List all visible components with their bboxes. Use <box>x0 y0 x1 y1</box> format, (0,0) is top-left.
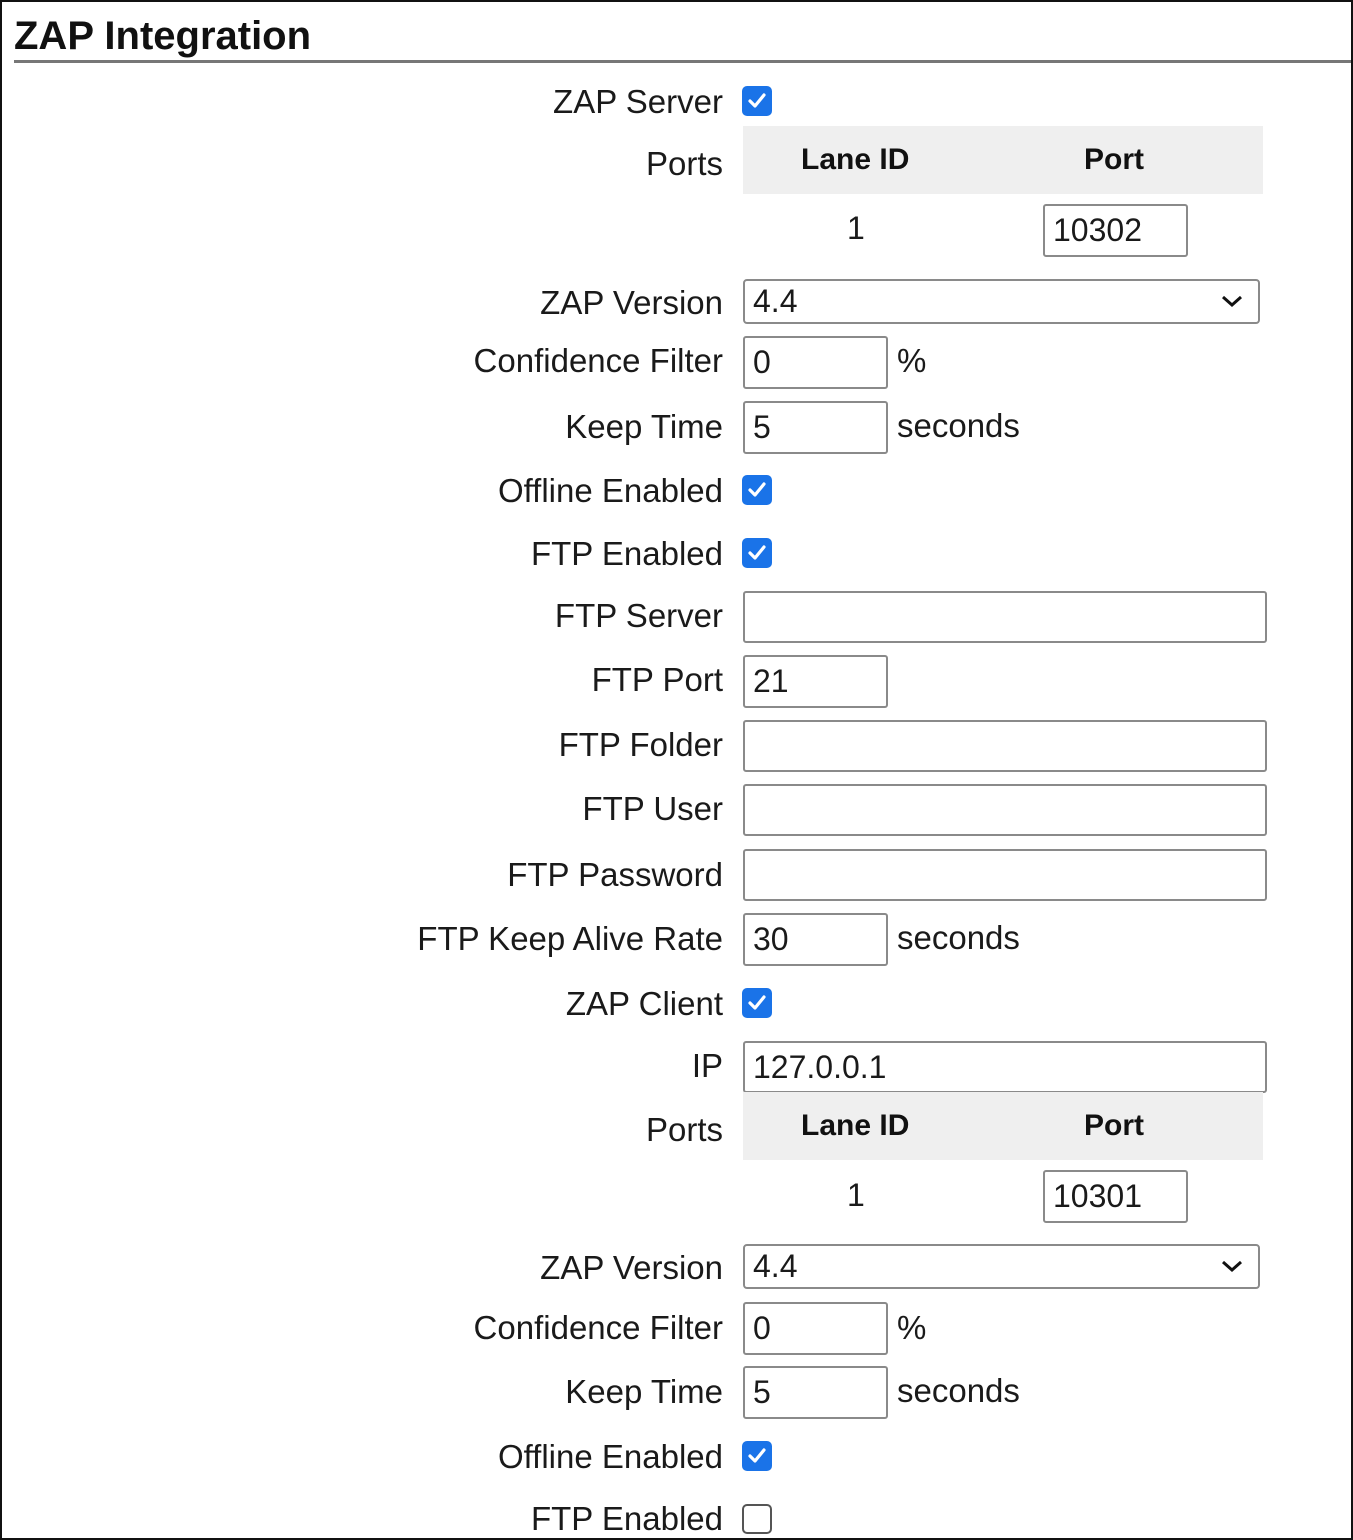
zap-server-checkbox[interactable] <box>742 86 772 116</box>
server-offline-checkbox[interactable] <box>742 475 772 505</box>
server-port-input[interactable]: 10302 <box>1043 204 1188 257</box>
client-offline-label: Offline Enabled <box>497 1438 723 1475</box>
server-confidence-label: Confidence Filter <box>473 342 723 379</box>
client-confidence-label: Confidence Filter <box>473 1309 723 1346</box>
zap-server-label: ZAP Server <box>553 83 723 120</box>
ftp-keep-alive-unit: seconds <box>897 919 1020 956</box>
client-zap-version-select[interactable]: 4.4 <box>743 1244 1260 1289</box>
ftp-password-label: FTP Password <box>507 856 723 893</box>
server-keep-time-label: Keep Time <box>565 408 723 445</box>
server-ports-table-header: Lane ID Port <box>743 126 1263 194</box>
server-confidence-unit: % <box>897 342 927 379</box>
client-ftp-enabled-label: FTP Enabled <box>530 1500 723 1537</box>
client-confidence-unit: % <box>897 1309 927 1346</box>
check-icon <box>748 545 766 560</box>
check-icon <box>748 1448 766 1463</box>
zap-client-row: ZAP Client <box>2 976 1351 1032</box>
ftp-keep-alive-label: FTP Keep Alive Rate <box>417 920 723 957</box>
client-lane-id-cell: 1 <box>847 1177 865 1213</box>
ftp-port-label: FTP Port <box>591 661 723 698</box>
server-ports-label: Ports <box>645 145 723 182</box>
title-divider <box>14 60 1351 63</box>
client-zap-version-label: ZAP Version <box>540 1249 723 1286</box>
ftp-port-row: FTP Port <box>2 652 1351 708</box>
client-ip-label: IP <box>691 1047 723 1084</box>
ftp-server-label: FTP Server <box>554 597 723 634</box>
server-ftp-enabled-checkbox[interactable] <box>742 538 772 568</box>
server-offline-row: Offline Enabled <box>2 463 1351 519</box>
ftp-server-input[interactable] <box>743 591 1267 643</box>
client-keep-time-row: Keep Time <box>2 1364 1351 1420</box>
ftp-folder-input[interactable] <box>743 720 1267 772</box>
client-zap-version-value: 4.4 <box>753 1248 798 1284</box>
zap-server-row: ZAP Server <box>2 74 1351 130</box>
server-lane-id-cell: 1 <box>847 210 865 246</box>
client-port-input[interactable]: 10301 <box>1043 1170 1188 1223</box>
check-icon <box>748 482 766 497</box>
check-icon <box>748 93 766 108</box>
zap-integration-panel: ZAP Integration ZAP Server Ports Lane ID… <box>0 0 1353 1540</box>
client-offline-row: Offline Enabled <box>2 1429 1351 1485</box>
ftp-folder-label: FTP Folder <box>558 726 723 763</box>
port-header: Port <box>1084 143 1144 176</box>
server-keep-time-input[interactable]: 5 <box>743 401 888 454</box>
server-confidence-input[interactable]: 0 <box>743 336 888 389</box>
lane-id-header: Lane ID <box>801 1109 910 1142</box>
chevron-down-icon <box>1222 295 1242 308</box>
port-header: Port <box>1084 1109 1144 1142</box>
client-ip-input[interactable]: 127.0.0.1 <box>743 1041 1267 1093</box>
client-keep-time-label: Keep Time <box>565 1373 723 1410</box>
server-ftp-enabled-label: FTP Enabled <box>530 535 723 572</box>
client-ftp-enabled-row: FTP Enabled <box>2 1491 1351 1538</box>
server-zap-version-value: 4.4 <box>753 283 798 319</box>
zap-client-label: ZAP Client <box>565 985 723 1022</box>
client-ftp-enabled-checkbox[interactable] <box>742 1504 772 1534</box>
client-ports-label: Ports <box>645 1111 723 1148</box>
ftp-keep-alive-input[interactable]: 30 <box>743 913 888 966</box>
page-title: ZAP Integration <box>14 14 312 58</box>
ftp-port-input[interactable]: 21 <box>743 655 888 708</box>
client-ports-table-header: Lane ID Port <box>743 1092 1263 1160</box>
server-offline-label: Offline Enabled <box>497 472 723 509</box>
client-confidence-input[interactable]: 0 <box>743 1302 888 1355</box>
ftp-keep-alive-row: FTP Keep Alive Rate <box>2 911 1351 967</box>
server-confidence-row: Confidence Filter <box>2 333 1351 389</box>
server-zap-version-select[interactable]: 4.4 <box>743 279 1260 324</box>
server-ftp-enabled-row: FTP Enabled <box>2 526 1351 582</box>
zap-client-checkbox[interactable] <box>742 988 772 1018</box>
lane-id-header: Lane ID <box>801 143 910 176</box>
server-keep-time-unit: seconds <box>897 407 1020 444</box>
ftp-user-label: FTP User <box>582 790 723 827</box>
server-zap-version-label: ZAP Version <box>540 284 723 321</box>
ftp-user-input[interactable] <box>743 784 1267 836</box>
client-keep-time-input[interactable]: 5 <box>743 1366 888 1419</box>
client-keep-time-unit: seconds <box>897 1372 1020 1409</box>
server-keep-time-row: Keep Time <box>2 399 1351 455</box>
chevron-down-icon <box>1222 1260 1242 1273</box>
check-icon <box>748 995 766 1010</box>
client-confidence-row: Confidence Filter <box>2 1300 1351 1356</box>
ftp-password-input[interactable] <box>743 849 1267 901</box>
client-offline-checkbox[interactable] <box>742 1441 772 1471</box>
